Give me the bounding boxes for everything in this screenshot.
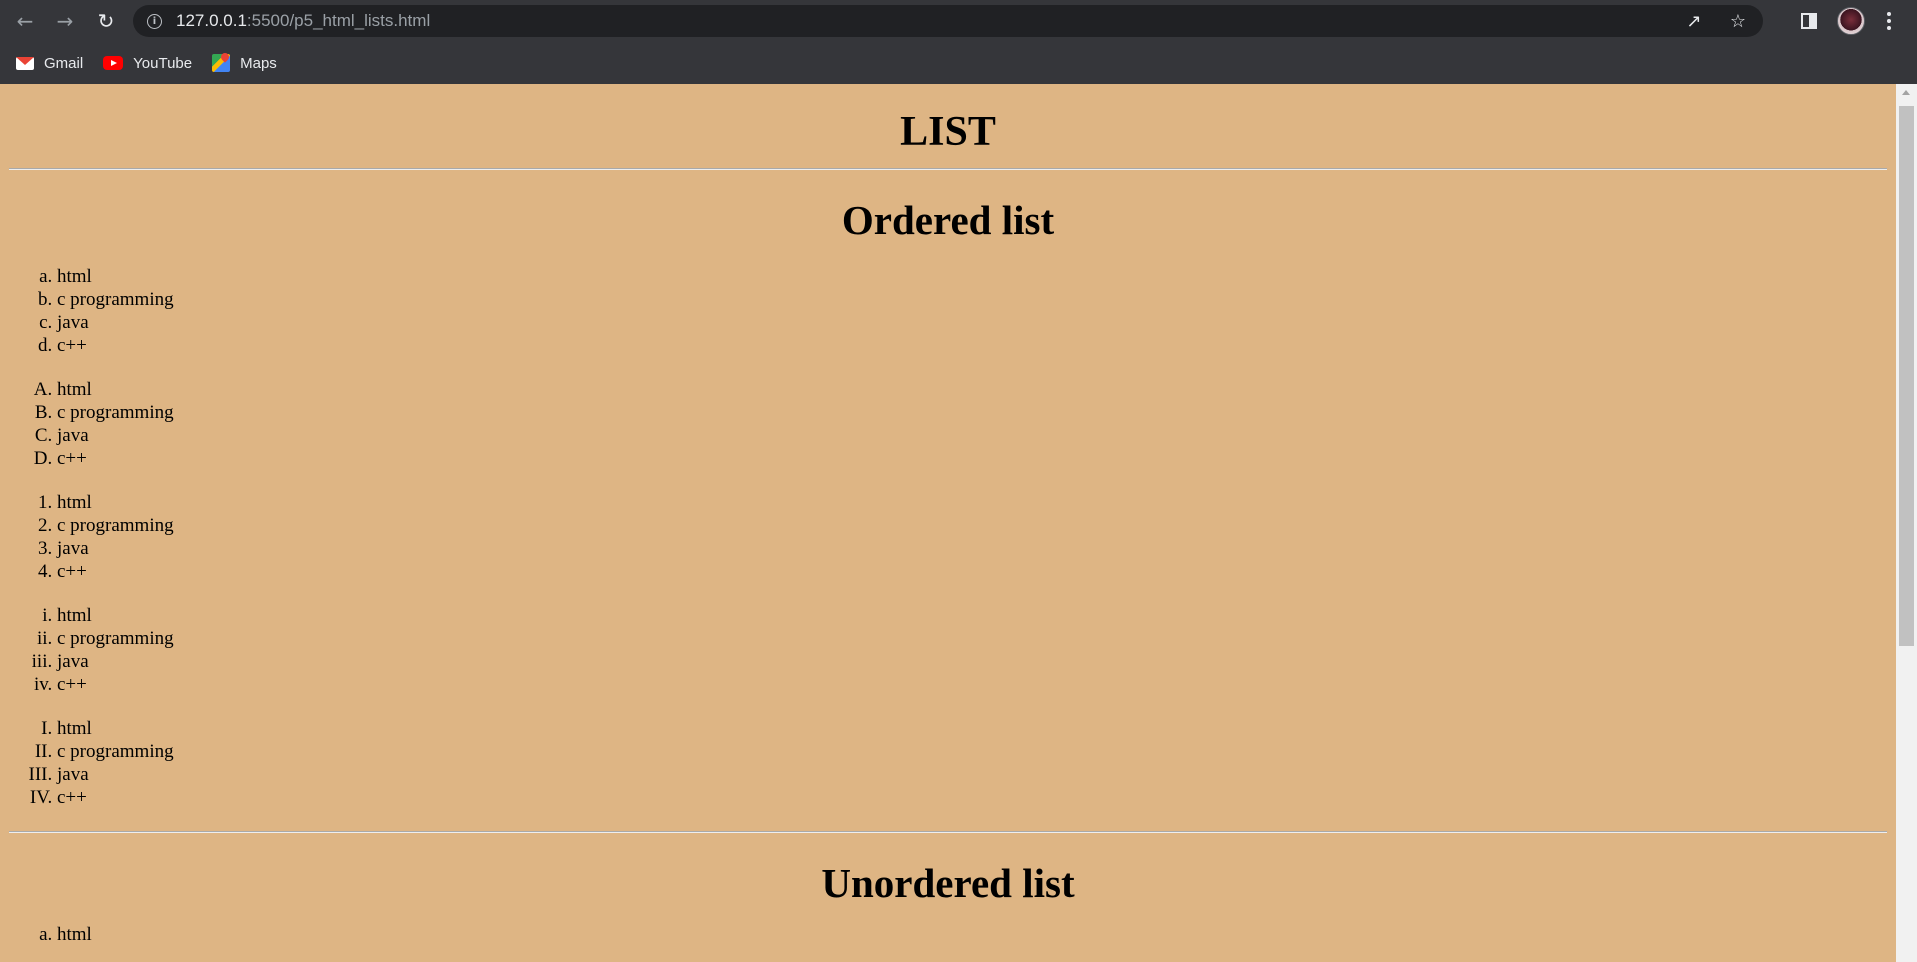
list-item: html: [57, 378, 1887, 401]
bookmark-star-icon[interactable]: ☆: [1727, 11, 1749, 32]
url-text[interactable]: 127.0.0.1:5500/p5_html_lists.html: [176, 11, 430, 31]
ordered-list-heading: Ordered list: [841, 197, 1055, 243]
reload-icon[interactable]: ↻: [91, 6, 121, 36]
list-item: html: [57, 604, 1887, 627]
list-item: java: [57, 311, 1887, 334]
list-item: java: [57, 763, 1887, 786]
kebab-menu-icon[interactable]: [1882, 8, 1896, 34]
share-icon[interactable]: ↗: [1683, 11, 1705, 32]
list-item: c++: [57, 334, 1887, 357]
profile-avatar[interactable]: [1837, 7, 1865, 35]
list-item: c programming: [57, 740, 1887, 763]
list-item: c programming: [57, 627, 1887, 650]
bookmark-gmail[interactable]: Gmail: [16, 55, 83, 72]
bookmark-youtube[interactable]: YouTube: [103, 55, 192, 72]
url-path: :5500/p5_html_lists.html: [246, 11, 431, 30]
unordered-section-list: html: [9, 923, 1887, 946]
scrollbar-thumb[interactable]: [1899, 106, 1914, 646]
list-item: c programming: [57, 288, 1887, 311]
page-title: LIST: [900, 109, 996, 155]
list-item: c programming: [57, 401, 1887, 424]
maps-icon: [212, 54, 231, 72]
list-item: c++: [57, 560, 1887, 583]
list-item: html: [57, 717, 1887, 740]
bookmarks-bar: Gmail YouTube Maps: [0, 42, 1917, 84]
bookmark-label: Gmail: [44, 54, 84, 72]
list-item: html: [57, 923, 1887, 946]
page-content: LIST Ordered list html c programming jav…: [9, 84, 1887, 946]
scroll-up-arrow-icon[interactable]: [1902, 90, 1910, 95]
page-viewport: LIST Ordered list html c programming jav…: [0, 84, 1896, 962]
ordered-list-upper-roman: html c programming java c++: [9, 717, 1887, 809]
ordered-list-lower-roman: html c programming java c++: [9, 604, 1887, 696]
browser-toolbar: ← → ↻ i 127.0.0.1:5500/p5_html_lists.htm…: [0, 0, 1917, 42]
side-panel-icon[interactable]: [1801, 13, 1817, 29]
list-item: c++: [57, 786, 1887, 809]
list-item: html: [57, 491, 1887, 514]
bookmark-label: YouTube: [133, 54, 193, 72]
gmail-icon: [16, 56, 34, 70]
list-item: c programming: [57, 514, 1887, 537]
unordered-list-heading: Unordered list: [821, 860, 1075, 906]
vertical-scrollbar[interactable]: [1896, 84, 1917, 962]
ordered-list-upper-alpha: html c programming java c++: [9, 378, 1887, 470]
forward-arrow-icon[interactable]: →: [50, 6, 80, 36]
bookmark-maps[interactable]: Maps: [212, 54, 277, 72]
list-item: java: [57, 650, 1887, 673]
address-bar-actions: ↗ ☆: [1683, 5, 1749, 37]
back-arrow-icon[interactable]: ←: [10, 6, 40, 36]
list-item: c++: [57, 673, 1887, 696]
list-item: html: [57, 265, 1887, 288]
list-item: c++: [57, 447, 1887, 470]
browser-chrome: ← → ↻ i 127.0.0.1:5500/p5_html_lists.htm…: [0, 0, 1917, 84]
bookmark-label: Maps: [240, 54, 277, 72]
list-item: java: [57, 424, 1887, 447]
list-item: java: [57, 537, 1887, 560]
ordered-list-lower-alpha: html c programming java c++: [9, 265, 1887, 357]
url-host: 127.0.0.1: [176, 11, 247, 30]
youtube-icon: [103, 56, 124, 70]
site-info-icon[interactable]: i: [147, 13, 162, 29]
ordered-list-numeric: html c programming java c++: [9, 491, 1887, 583]
address-bar[interactable]: i 127.0.0.1:5500/p5_html_lists.html ↗ ☆: [133, 5, 1763, 37]
